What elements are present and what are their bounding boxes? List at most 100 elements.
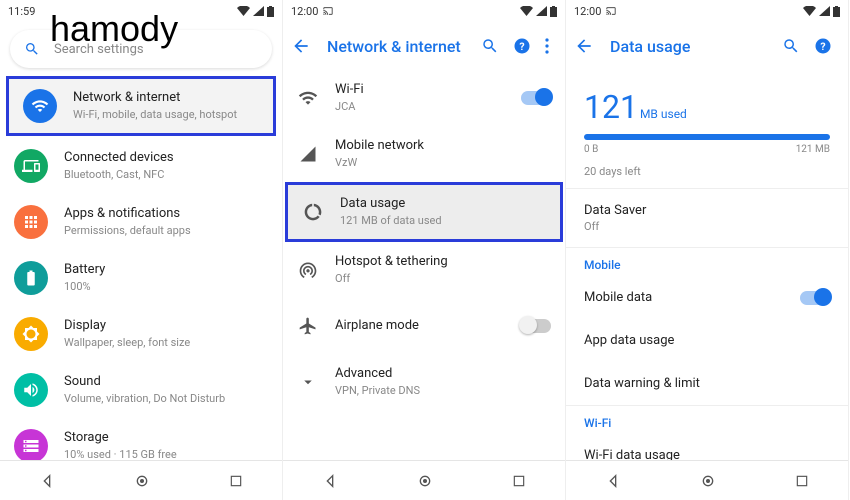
data-usage-icon [302, 195, 324, 229]
status-icons [520, 6, 557, 17]
item-advanced[interactable]: Advanced VPN, Private DNS [283, 354, 565, 410]
item-apps-notifications[interactable]: Apps & notifications Permissions, defaul… [0, 194, 282, 250]
status-icons [803, 6, 840, 17]
item-title: Wi-Fi [335, 82, 521, 99]
mobile-data-toggle[interactable] [800, 291, 830, 305]
battery-icon [550, 6, 557, 17]
item-sub: Wallpaper, sleep, font size [64, 336, 268, 350]
nav-recent-icon[interactable] [512, 474, 526, 488]
wifi-toggle[interactable] [521, 91, 551, 105]
usage-value: 121 [584, 88, 638, 126]
nav-recent-icon[interactable] [795, 474, 809, 488]
wifi-icon [237, 6, 250, 16]
item-title: Airplane mode [335, 318, 521, 335]
nav-back-icon[interactable] [322, 473, 338, 489]
item-display[interactable]: Display Wallpaper, sleep, font size [0, 306, 282, 362]
item-title: Data warning & limit [584, 376, 830, 391]
item-title: Data usage [340, 196, 546, 213]
help-icon[interactable]: ? [513, 37, 531, 55]
item-airplane-mode[interactable]: Airplane mode [283, 298, 565, 354]
item-mobile-network[interactable]: Mobile network VzW [283, 126, 565, 182]
nav-back-icon[interactable] [605, 473, 621, 489]
nav-home-icon[interactable] [700, 473, 716, 489]
watermark-text: hamody [50, 8, 178, 50]
nav-home-icon[interactable] [134, 473, 150, 489]
item-sub: Wi-Fi, mobile, data usage, hotspot [73, 108, 259, 122]
usage-bar [584, 134, 830, 140]
signal-setting-icon [297, 137, 319, 171]
item-title: Wi-Fi data usage [584, 448, 830, 460]
header: Data usage ? [566, 22, 848, 70]
item-title: Storage [64, 430, 268, 447]
signal-icon [819, 6, 830, 16]
battery-setting-icon [14, 261, 48, 295]
sound-icon [14, 373, 48, 407]
item-hotspot[interactable]: Hotspot & tethering Off [283, 242, 565, 298]
usage-summary: 121MB used 0 B 121 MB 20 days left [566, 70, 848, 188]
item-wifi-data-usage[interactable]: Wi-Fi data usage 1.87 GB used Apr 27 – M… [566, 434, 848, 460]
nav-home-icon[interactable] [417, 473, 433, 489]
status-time: 11:59 [8, 5, 35, 18]
airplane-toggle[interactable] [521, 319, 551, 333]
battery-icon [833, 6, 840, 17]
settings-list: Network & internet Wi-Fi, mobile, data u… [0, 74, 282, 460]
item-title: Mobile data [584, 290, 652, 305]
search-icon[interactable] [782, 37, 800, 55]
bar-min: 0 B [584, 144, 598, 155]
nav-bar [566, 460, 848, 500]
item-title: Apps & notifications [64, 206, 268, 223]
status-bar: 12:00 [566, 0, 848, 22]
apps-icon [14, 205, 48, 239]
item-sub: 121 MB of data used [340, 214, 546, 228]
wifi-icon [520, 6, 533, 16]
status-cast-icon [322, 6, 334, 16]
airplane-icon [297, 309, 319, 343]
item-title: Battery [64, 262, 268, 279]
bar-max: 121 MB [796, 144, 830, 155]
usage-unit: MB used [640, 107, 687, 121]
item-mobile-data[interactable]: Mobile data [566, 276, 848, 319]
screen-network-internet: 12:00 Network & internet ? Wi-Fi JCA [283, 0, 566, 500]
item-sub: 10% used · 115 GB free [64, 448, 268, 460]
item-sub: Volume, vibration, Do Not Disturb [64, 392, 268, 406]
item-app-data-usage[interactable]: App data usage [566, 319, 848, 362]
display-icon [14, 317, 48, 351]
status-bar: 12:00 [283, 0, 565, 22]
item-network-internet[interactable]: Network & internet Wi-Fi, mobile, data u… [6, 76, 276, 136]
item-data-saver[interactable]: Data Saver Off [566, 189, 848, 247]
nav-recent-icon[interactable] [229, 474, 243, 488]
item-title: Network & internet [73, 90, 259, 107]
header-title: Network & internet [327, 37, 481, 56]
network-icon [23, 89, 57, 123]
item-data-usage[interactable]: Data usage 121 MB of data used [285, 182, 563, 242]
item-storage[interactable]: Storage 10% used · 115 GB free [0, 418, 282, 460]
nav-bar [0, 460, 282, 500]
item-title: Hotspot & tethering [335, 254, 551, 271]
signal-icon [536, 6, 547, 16]
item-sub: 100% [64, 280, 268, 294]
header: Network & internet ? [283, 22, 565, 70]
item-battery[interactable]: Battery 100% [0, 250, 282, 306]
back-arrow-icon[interactable] [574, 36, 594, 56]
more-icon[interactable] [545, 38, 549, 54]
signal-icon [253, 6, 264, 16]
help-icon[interactable]: ? [814, 37, 832, 55]
back-arrow-icon[interactable] [291, 36, 311, 56]
nav-back-icon[interactable] [39, 473, 55, 489]
storage-icon [14, 429, 48, 460]
chevron-down-icon [297, 365, 319, 399]
status-time: 12:00 [291, 5, 318, 18]
item-connected-devices[interactable]: Connected devices Bluetooth, Cast, NFC [0, 138, 282, 194]
item-sub: Permissions, default apps [64, 224, 268, 238]
status-cast-icon [605, 6, 617, 16]
item-wifi[interactable]: Wi-Fi JCA [283, 70, 565, 126]
search-icon[interactable] [481, 37, 499, 55]
item-title: Data Saver [584, 203, 830, 218]
item-sound[interactable]: Sound Volume, vibration, Do Not Disturb [0, 362, 282, 418]
item-title: Display [64, 318, 268, 335]
status-icons [237, 6, 274, 17]
wifi-setting-icon [297, 81, 319, 115]
item-data-warning[interactable]: Data warning & limit [566, 362, 848, 405]
item-sub: VzW [335, 156, 551, 170]
network-list: Wi-Fi JCA Mobile network VzW Data usage … [283, 70, 565, 460]
